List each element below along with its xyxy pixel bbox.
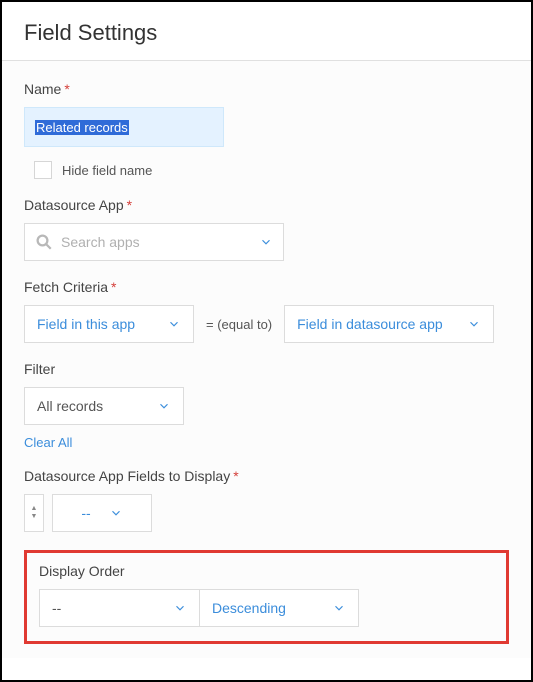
hide-field-name-row: Hide field name	[34, 161, 509, 179]
page-title: Field Settings	[24, 20, 509, 46]
datasource-label: Datasource App *	[24, 197, 509, 213]
required-star: *	[111, 279, 116, 295]
display-order-field-dropdown[interactable]: --	[39, 589, 199, 627]
stepper-up-icon: ▲	[31, 505, 38, 513]
chevron-down-icon	[167, 317, 181, 331]
filter-section: Filter All records Clear All	[24, 361, 509, 450]
chevron-down-icon	[467, 317, 481, 331]
chevron-down-icon	[332, 601, 346, 615]
search-icon	[35, 233, 53, 251]
fetch-label: Fetch Criteria *	[24, 279, 509, 295]
fields-display-section: Datasource App Fields to Display * ▲ ▼ -…	[24, 468, 509, 532]
datasource-section: Datasource App * Search apps	[24, 197, 509, 261]
name-input[interactable]: Related records	[24, 107, 224, 147]
filter-dropdown[interactable]: All records	[24, 387, 184, 425]
chevron-down-icon	[173, 601, 187, 615]
fields-display-dropdown[interactable]: --	[52, 494, 152, 532]
dialog-header: Field Settings	[2, 2, 531, 61]
reorder-stepper[interactable]: ▲ ▼	[24, 494, 44, 532]
chevron-down-icon	[109, 506, 123, 520]
fetch-section: Fetch Criteria * Field in this app = (eq…	[24, 279, 509, 343]
datasource-search[interactable]: Search apps	[24, 223, 284, 261]
name-section: Name * Related records Hide field name	[24, 81, 509, 179]
name-label: Name *	[24, 81, 509, 97]
display-order-direction-dropdown[interactable]: Descending	[199, 589, 359, 627]
name-input-value: Related records	[35, 120, 129, 135]
required-star: *	[64, 81, 69, 97]
display-order-section: Display Order -- Descending	[24, 550, 509, 644]
required-star: *	[233, 468, 238, 484]
display-order-row: -- Descending	[39, 589, 494, 627]
fetch-operator: = (equal to)	[206, 317, 272, 332]
display-order-label: Display Order	[39, 563, 494, 579]
fetch-left-dropdown[interactable]: Field in this app	[24, 305, 194, 343]
datasource-placeholder: Search apps	[61, 234, 251, 250]
fields-display-label: Datasource App Fields to Display *	[24, 468, 509, 484]
chevron-down-icon	[259, 235, 273, 249]
fetch-right-dropdown[interactable]: Field in datasource app	[284, 305, 494, 343]
clear-all-link[interactable]: Clear All	[24, 435, 509, 450]
stepper-down-icon: ▼	[31, 513, 38, 521]
form-content: Name * Related records Hide field name D…	[2, 61, 531, 658]
chevron-down-icon	[157, 399, 171, 413]
hide-field-name-checkbox[interactable]	[34, 161, 52, 179]
fields-display-row: ▲ ▼ --	[24, 494, 509, 532]
hide-field-name-label: Hide field name	[62, 163, 152, 178]
fetch-row: Field in this app = (equal to) Field in …	[24, 305, 509, 343]
required-star: *	[127, 197, 132, 213]
filter-label: Filter	[24, 361, 509, 377]
